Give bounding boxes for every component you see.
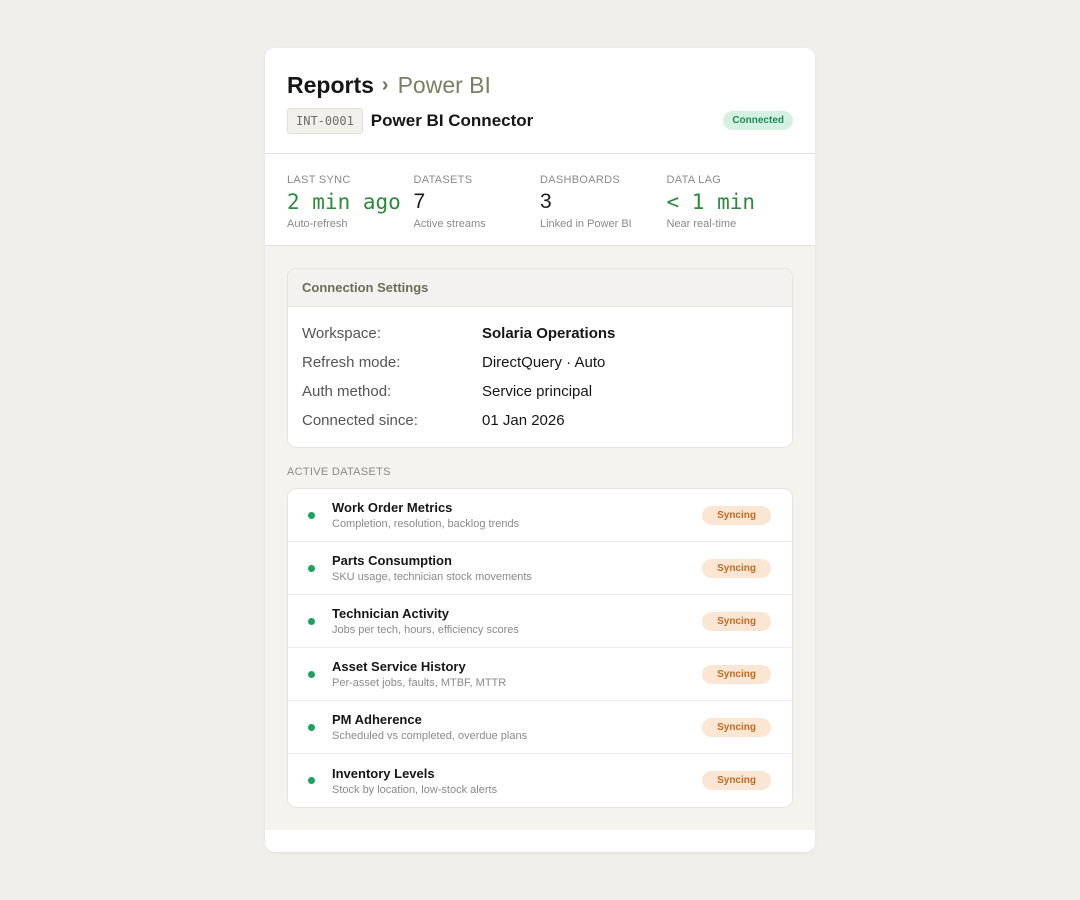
breadcrumb-current: Power BI <box>397 71 491 98</box>
status-dot-icon <box>308 617 315 625</box>
dataset-name: Parts Consumption <box>332 553 452 568</box>
breadcrumb-reports-link[interactable]: Reports <box>287 72 374 99</box>
title-row: INT-0001 Power BI Connector <box>287 108 793 134</box>
setting-key: Auth method: <box>302 383 392 400</box>
status-dot-icon <box>308 511 315 519</box>
dataset-row[interactable]: Work Order Metrics Completion, resolutio… <box>288 489 792 542</box>
stat-sub: Linked in Power BI <box>540 218 632 230</box>
dataset-description: Completion, resolution, backlog trends <box>332 518 520 530</box>
connection-settings-panel: Connection Settings Workspace: Solaria O… <box>287 268 793 448</box>
stat-value: 3 <box>540 190 552 213</box>
stat-value: < 1 min <box>666 190 756 214</box>
setting-row-refresh-mode: Refresh mode: DirectQuery · Auto <box>302 348 778 377</box>
syncing-status-badge: Syncing <box>702 664 771 684</box>
stat-value: 2 min ago <box>287 190 401 214</box>
app-frame: Reports › Power BI INT-0001 Power BI Con… <box>0 0 1080 900</box>
syncing-status-badge: Syncing <box>702 717 771 737</box>
setting-row-workspace: Workspace: Solaria Operations <box>302 319 778 348</box>
stat-value: 7 <box>413 190 426 213</box>
dataset-description: SKU usage, technician stock movements <box>332 571 532 583</box>
stat-sub: Active streams <box>413 218 486 230</box>
chevron-right-icon: › <box>381 73 389 96</box>
setting-value: Solaria Operations <box>482 325 616 342</box>
card-footer <box>265 830 815 852</box>
setting-value: 01 Jan 2026 <box>482 412 565 429</box>
stat-dashboards: DASHBOARDS 3 Linked in Power BI <box>540 174 667 245</box>
dataset-text: PM Adherence Scheduled vs completed, ove… <box>332 712 702 742</box>
dataset-name: Inventory Levels <box>332 765 435 781</box>
syncing-status-badge: Syncing <box>702 558 771 578</box>
stat-sub: Near real-time <box>666 218 737 230</box>
dataset-description: Per-asset jobs, faults, MTBF, MTTR <box>332 677 507 689</box>
stat-last-sync: LAST SYNC 2 min ago Auto-refresh <box>287 174 414 245</box>
connected-status-badge: Connected <box>723 111 793 130</box>
stat-sub: Auto-refresh <box>287 218 348 230</box>
status-dot-icon <box>308 564 315 572</box>
setting-key: Refresh mode: <box>302 354 401 371</box>
dataset-text: Inventory Levels Stock by location, low-… <box>332 766 702 796</box>
stat-label: LAST SYNC <box>287 174 351 186</box>
settings-list: Workspace: Solaria Operations Refresh mo… <box>288 307 792 447</box>
breadcrumb: Reports › Power BI <box>287 70 793 100</box>
setting-value: DirectQuery · Auto <box>482 354 606 371</box>
setting-row-auth-method: Auth method: Service principal <box>302 377 778 406</box>
page-title: Power BI Connector <box>370 111 534 130</box>
dataset-text: Parts Consumption SKU usage, technician … <box>332 553 702 583</box>
active-datasets-heading: ACTIVE DATASETS <box>287 466 391 478</box>
dataset-name: Work Order Metrics <box>332 500 453 515</box>
integration-code-badge: INT-0001 <box>287 108 363 134</box>
dataset-text: Asset Service History Per-asset jobs, fa… <box>332 659 702 689</box>
dataset-text: Technician Activity Jobs per tech, hours… <box>332 606 702 636</box>
connection-settings-title: Connection Settings <box>288 269 792 307</box>
dataset-name: Asset Service History <box>332 659 466 674</box>
setting-row-connected-since: Connected since: 01 Jan 2026 <box>302 406 778 435</box>
stat-label: DASHBOARDS <box>540 174 621 186</box>
stats-bar: LAST SYNC 2 min ago Auto-refresh DATASET… <box>265 154 815 246</box>
setting-value: Service principal <box>482 383 593 400</box>
card-header: Reports › Power BI INT-0001 Power BI Con… <box>265 48 815 154</box>
syncing-status-badge: Syncing <box>702 505 771 525</box>
dataset-row[interactable]: PM Adherence Scheduled vs completed, ove… <box>288 701 792 754</box>
dataset-row[interactable]: Inventory Levels Stock by location, low-… <box>288 754 792 807</box>
syncing-status-badge: Syncing <box>702 611 771 631</box>
status-dot-icon <box>308 723 315 731</box>
dataset-row[interactable]: Asset Service History Per-asset jobs, fa… <box>288 648 792 701</box>
dataset-description: Jobs per tech, hours, efficiency scores <box>332 624 519 636</box>
dataset-description: Stock by location, low-stock alerts <box>332 783 498 796</box>
status-dot-icon <box>308 777 315 784</box>
setting-key: Workspace: <box>302 325 381 342</box>
dataset-row[interactable]: Parts Consumption SKU usage, technician … <box>288 542 792 595</box>
dataset-description: Scheduled vs completed, overdue plans <box>332 730 528 742</box>
stat-label: DATASETS <box>413 174 473 186</box>
setting-key: Connected since: <box>302 412 418 429</box>
datasets-list: Work Order Metrics Completion, resolutio… <box>287 488 793 808</box>
status-dot-icon <box>308 670 315 678</box>
dataset-row[interactable]: Technician Activity Jobs per tech, hours… <box>288 595 792 648</box>
card-body: Connection Settings Workspace: Solaria O… <box>265 246 815 830</box>
integration-card: Reports › Power BI INT-0001 Power BI Con… <box>265 48 815 852</box>
dataset-name: Technician Activity <box>332 606 450 621</box>
dataset-name: PM Adherence <box>332 712 422 727</box>
stat-datasets: DATASETS 7 Active streams <box>414 174 541 245</box>
dataset-text: Work Order Metrics Completion, resolutio… <box>332 500 702 530</box>
stat-label: DATA LAG <box>666 174 722 186</box>
stat-data-lag: DATA LAG < 1 min Near real-time <box>667 174 794 245</box>
syncing-status-badge: Syncing <box>702 771 771 790</box>
